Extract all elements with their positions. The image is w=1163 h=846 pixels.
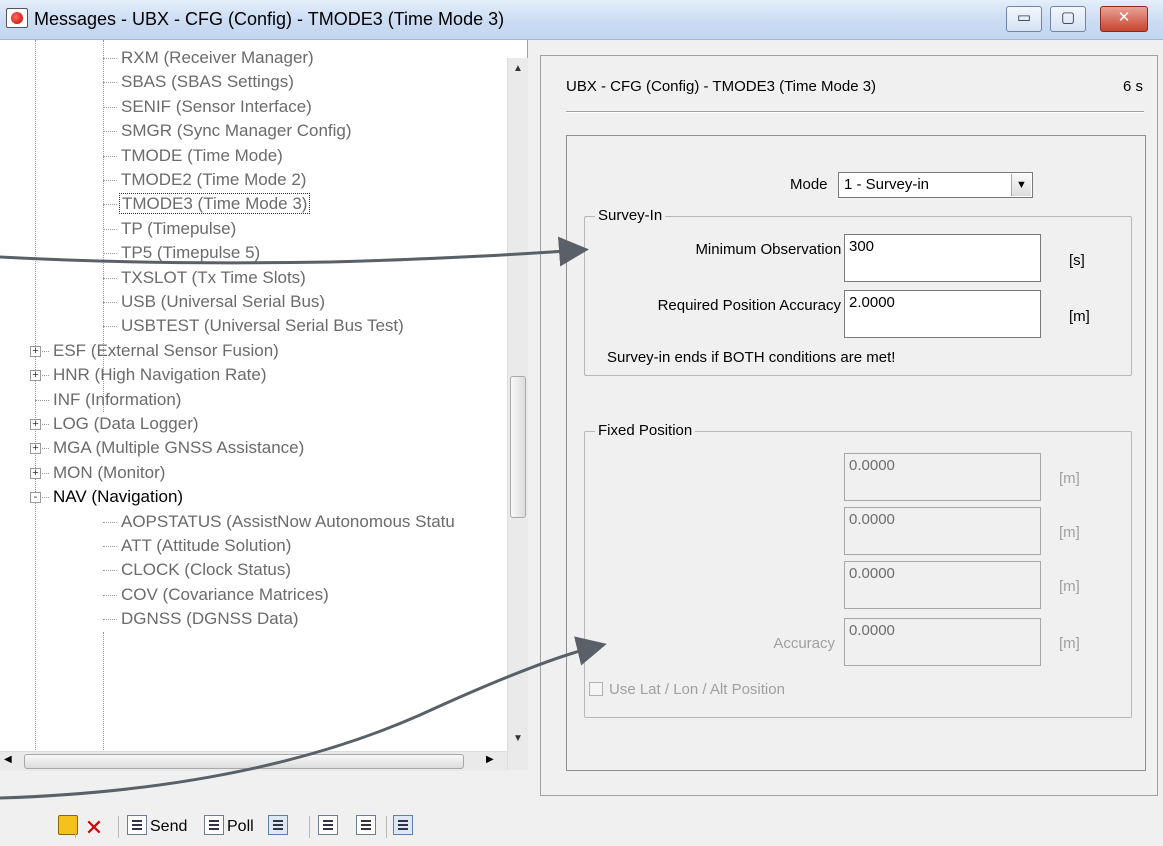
annotation-arrows bbox=[0, 236, 607, 800]
arrow-to-fixed-position bbox=[0, 636, 607, 800]
arrow-to-survey-in bbox=[0, 236, 589, 267]
